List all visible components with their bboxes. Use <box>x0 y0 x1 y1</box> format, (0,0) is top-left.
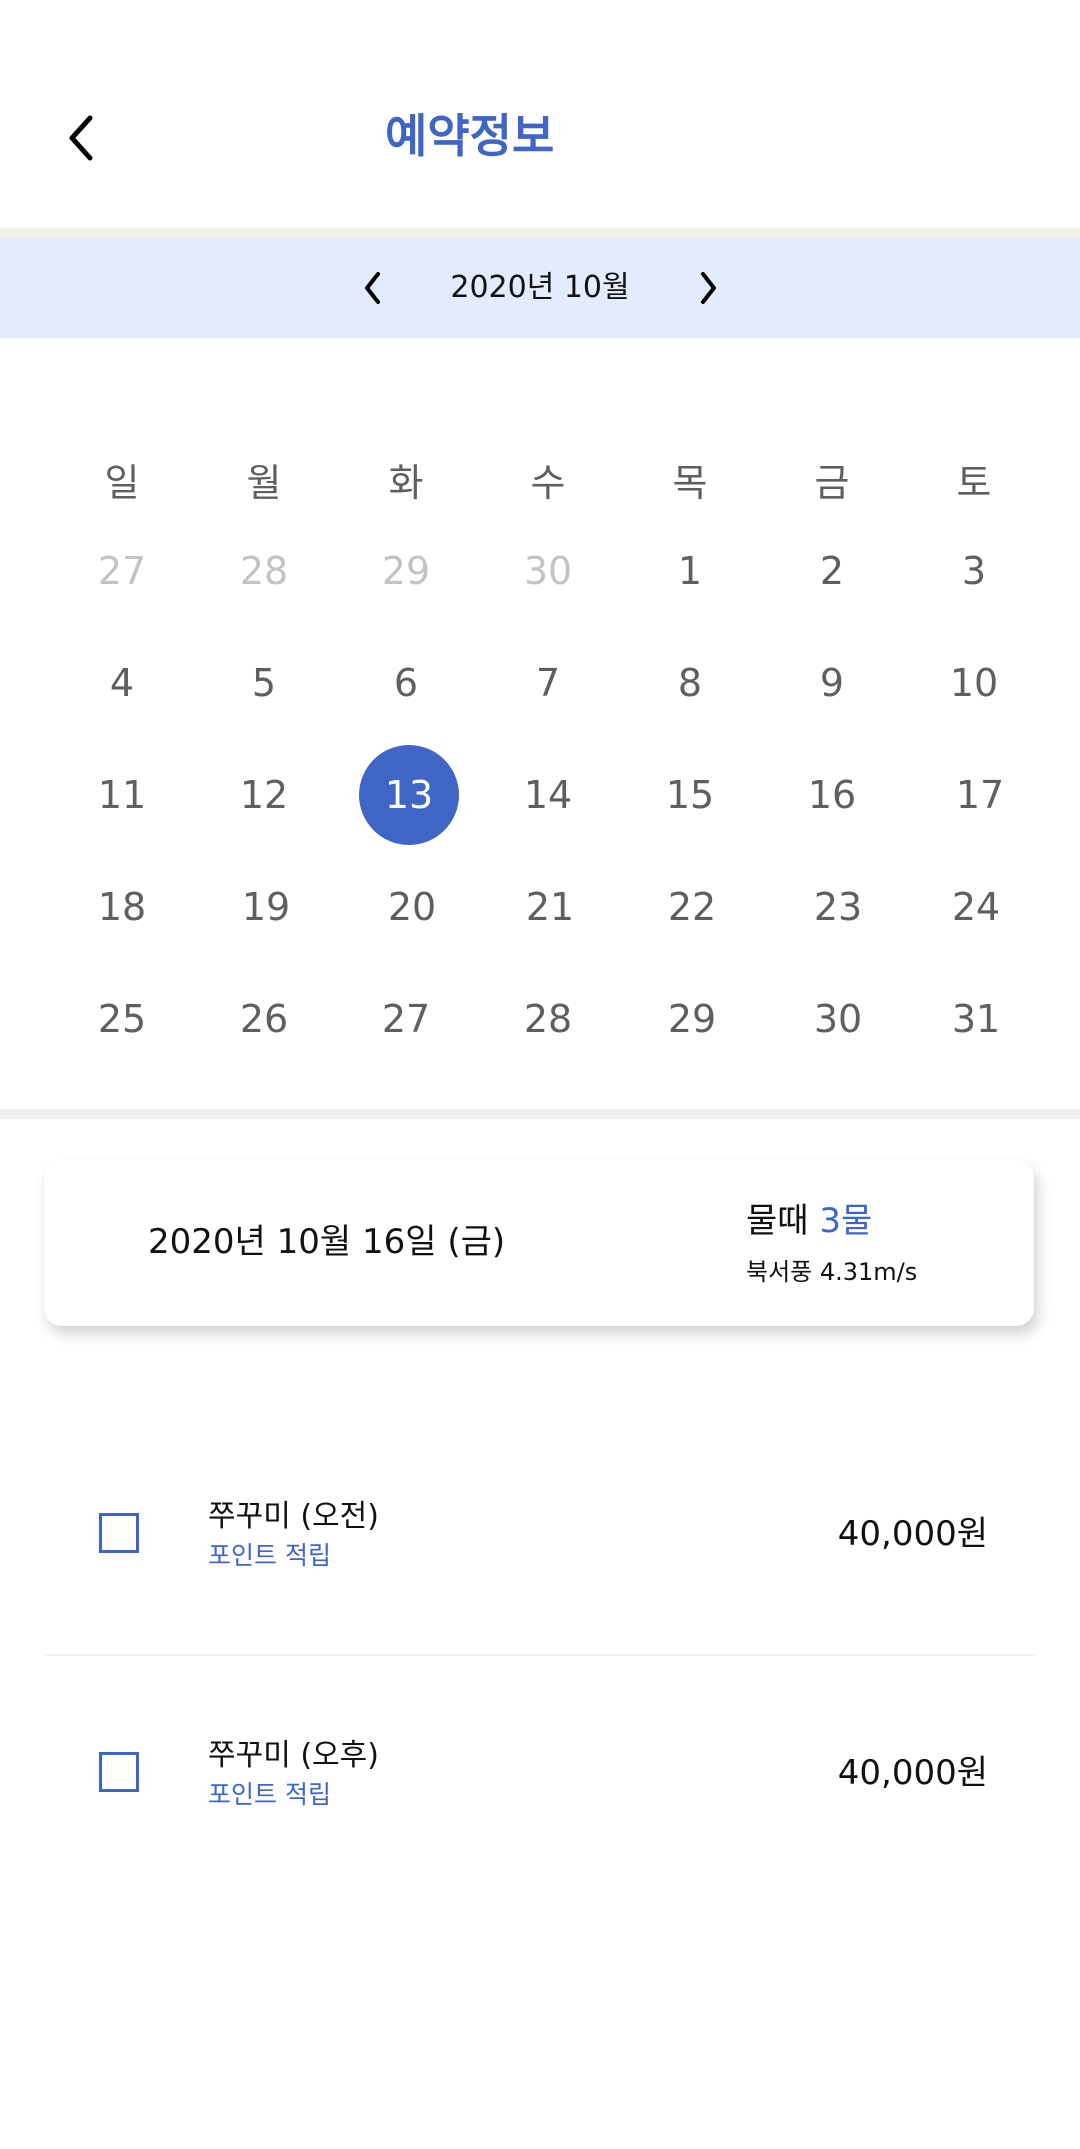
calendar-day[interactable]: 23 <box>788 877 888 937</box>
month-label: 2020년 10월 <box>450 270 630 305</box>
calendar-day[interactable]: 19 <box>216 877 316 937</box>
calendar-day[interactable]: 16 <box>782 765 882 825</box>
tide-info: 물때 3물 <box>746 1196 872 1246</box>
calendar-day[interactable]: 30 <box>498 541 598 601</box>
calendar-day[interactable]: 30 <box>788 989 888 1049</box>
info-date: 2020년 10월 16일 (금) <box>148 1222 506 1262</box>
weekday-label: 수 <box>530 461 566 505</box>
calendar-day[interactable]: 25 <box>72 989 172 1049</box>
item-price: 40,000원 <box>837 1514 988 1554</box>
page-title: 예약정보 <box>385 109 555 163</box>
calendar-day[interactable]: 18 <box>72 877 172 937</box>
weekday-label: 월 <box>246 461 282 505</box>
divider <box>0 1109 1080 1119</box>
calendar-day[interactable]: 29 <box>642 989 742 1049</box>
app-header: 예약정보 <box>0 0 1080 228</box>
item-checkbox[interactable] <box>99 1752 139 1792</box>
calendar-day[interactable]: 9 <box>782 653 882 713</box>
weekday-label: 목 <box>672 461 708 505</box>
weekday-label: 일 <box>104 461 140 505</box>
item-point-label: 포인트 적립 <box>208 1780 331 1809</box>
weekday-label: 화 <box>388 461 424 505</box>
wind-info: 북서풍 4.31m/s <box>746 1258 918 1286</box>
day-info-card: 2020년 10월 16일 (금) 물때 3물 북서풍 4.31m/s <box>44 1160 1034 1326</box>
calendar-day[interactable]: 28 <box>214 541 314 601</box>
calendar-day[interactable]: 4 <box>72 653 172 713</box>
prev-month-chevron-icon[interactable] <box>353 266 393 310</box>
calendar-day[interactable]: 7 <box>498 653 598 713</box>
item-name: 쭈꾸미 (오후) <box>208 1738 379 1773</box>
divider <box>0 228 1080 238</box>
calendar-day[interactable]: 31 <box>926 989 1026 1049</box>
item-price: 40,000원 <box>837 1753 988 1793</box>
calendar-day[interactable]: 8 <box>640 653 740 713</box>
weekday-label: 금 <box>814 461 850 505</box>
calendar-day[interactable]: 12 <box>214 765 314 825</box>
divider <box>44 1654 1036 1656</box>
calendar-day-selected[interactable]: 13 <box>359 765 459 825</box>
calendar-day[interactable]: 29 <box>356 541 456 601</box>
calendar-day[interactable]: 1 <box>640 541 740 601</box>
calendar-day[interactable]: 17 <box>930 765 1030 825</box>
calendar-day[interactable]: 6 <box>356 653 456 713</box>
tide-value: 3물 <box>819 1201 873 1241</box>
calendar-day[interactable]: 27 <box>356 989 456 1049</box>
weekday-label: 토 <box>956 461 992 505</box>
item-point-label: 포인트 적립 <box>208 1541 331 1570</box>
tide-label: 물때 <box>746 1201 809 1241</box>
calendar-day[interactable]: 10 <box>924 653 1024 713</box>
item-checkbox[interactable] <box>99 1513 139 1553</box>
calendar-day[interactable]: 3 <box>924 541 1024 601</box>
item-name: 쭈꾸미 (오전) <box>208 1499 379 1534</box>
calendar-day[interactable]: 20 <box>362 877 462 937</box>
calendar-day[interactable]: 26 <box>214 989 314 1049</box>
back-chevron-icon[interactable] <box>58 108 108 168</box>
calendar-day[interactable]: 14 <box>498 765 598 825</box>
next-month-chevron-icon[interactable] <box>688 266 728 310</box>
calendar-day[interactable]: 11 <box>72 765 172 825</box>
calendar-day[interactable]: 27 <box>72 541 172 601</box>
calendar-day[interactable]: 21 <box>500 877 600 937</box>
calendar-day[interactable]: 2 <box>782 541 882 601</box>
calendar-day[interactable]: 15 <box>640 765 740 825</box>
calendar-day[interactable]: 22 <box>642 877 742 937</box>
calendar-day[interactable]: 24 <box>926 877 1026 937</box>
calendar-day[interactable]: 28 <box>498 989 598 1049</box>
calendar-day[interactable]: 5 <box>214 653 314 713</box>
